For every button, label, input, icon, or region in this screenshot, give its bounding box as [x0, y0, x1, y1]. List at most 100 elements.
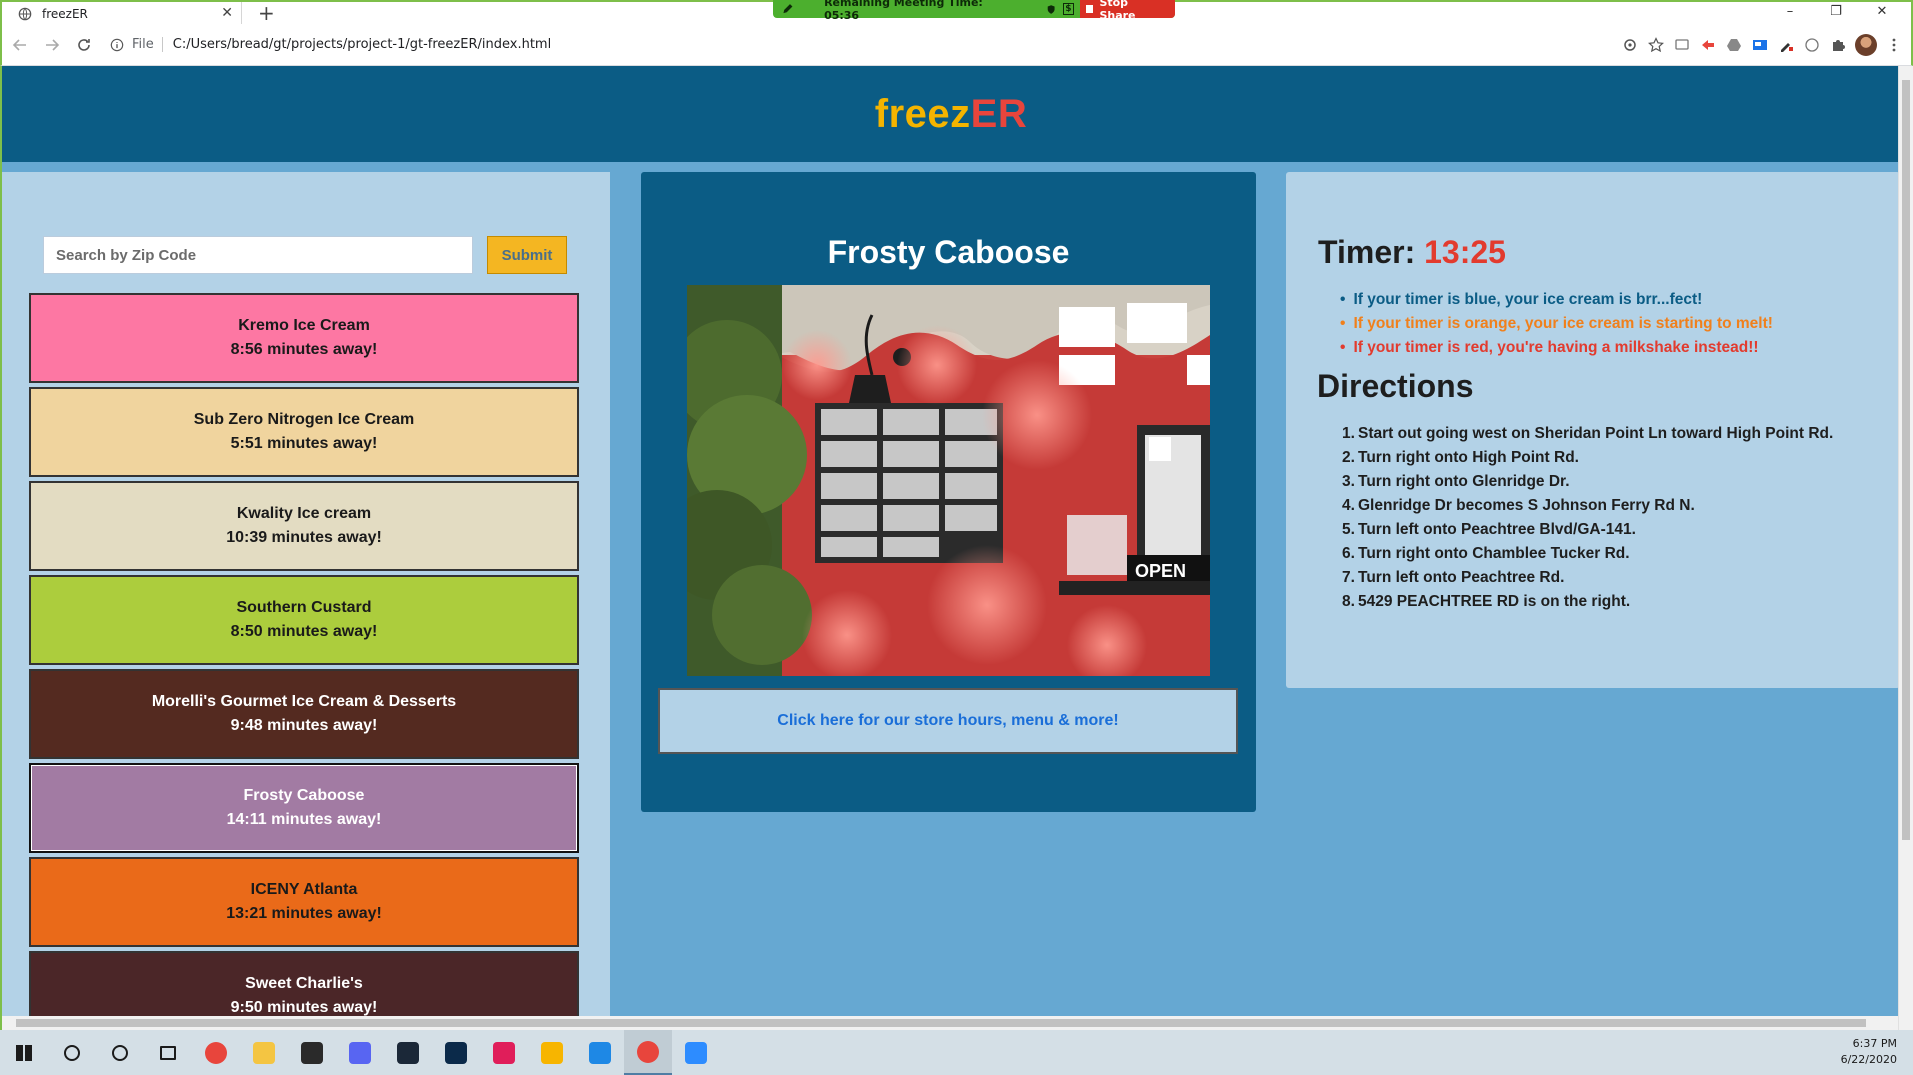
stop-share-button[interactable]: Stop Share [1080, 0, 1175, 22]
address-url[interactable]: C:/Users/bread/gt/projects/project-1/gt-… [173, 37, 551, 52]
store-hours-link[interactable]: Click here for our store hours, menu & m… [777, 712, 1118, 730]
address-bar[interactable]: File C:/Users/bread/gt/projects/project-… [110, 31, 551, 59]
direction-step-text: 5429 PEACHTREE RD is on the right. [1358, 593, 1631, 610]
store-card[interactable]: Southern Custard 8:50 minutes away! [29, 575, 579, 665]
store-card-name: Frosty Caboose [243, 787, 365, 804]
reload-button[interactable] [70, 31, 98, 59]
taskbar-item[interactable] [0, 1030, 48, 1075]
direction-step: 4. Glenridge Dr becomes S Johnson Ferry R… [1342, 497, 1695, 514]
puzzle-icon[interactable] [1829, 36, 1847, 54]
profile-avatar[interactable] [1855, 34, 1877, 56]
circle-ext-icon[interactable] [1803, 36, 1821, 54]
store-list-panel: Submit Kremo Ice Cream 8:56 minutes away!… [2, 172, 610, 1030]
zip-search-input[interactable] [43, 236, 473, 274]
taskbar-item[interactable] [576, 1030, 624, 1075]
cast-icon[interactable] [1673, 36, 1691, 54]
taskbar-item[interactable] [624, 1030, 672, 1075]
pencil-icon[interactable] [781, 2, 794, 16]
browser-tab[interactable]: freezER ✕ [6, 2, 242, 26]
photoshop-icon [445, 1041, 467, 1064]
vertical-scrollbar[interactable] [1898, 66, 1913, 1030]
svg-text:OPEN: OPEN [1135, 561, 1186, 581]
location-icon[interactable] [1621, 36, 1639, 54]
taskbar-item[interactable] [192, 1030, 240, 1075]
shield-icon [1048, 4, 1055, 14]
info-icon[interactable] [110, 38, 124, 52]
taskbar-item[interactable] [672, 1030, 720, 1075]
store-card[interactable]: Kwality Ice cream 10:39 minutes away! [29, 481, 579, 571]
taskbar-item[interactable] [96, 1030, 144, 1075]
close-tab-icon[interactable]: ✕ [221, 5, 233, 21]
horizontal-scroll-thumb[interactable] [16, 1019, 1866, 1027]
stop-square-icon [1086, 5, 1094, 13]
timer-directions-panel: Timer: 13:25 If your timer is blue, your… [1286, 172, 1900, 688]
direction-step: 1. Start out going west on Sheridan Point… [1342, 425, 1834, 442]
store-card[interactable]: Morelli's Gourmet Ice Cream & Desserts 9:… [29, 669, 579, 759]
discord-icon [349, 1041, 371, 1064]
store-detail-panel: Frosty Caboose OPEN Click here for our s… [641, 172, 1256, 812]
back-button[interactable] [6, 31, 34, 59]
windows-taskbar: 6:37 PM 6/22/2020 [0, 1030, 1913, 1075]
clock-time: 6:37 PM [1852, 1037, 1897, 1050]
store-card-name: Southern Custard [236, 599, 372, 616]
minimize-button[interactable]: – [1767, 2, 1813, 24]
store-card[interactable]: Sub Zero Nitrogen Ice Cream 5:51 minutes … [29, 387, 579, 477]
store-card[interactable]: Frosty Caboose 14:11 minutes away! [29, 763, 579, 853]
forward-button[interactable] [38, 31, 66, 59]
star-icon[interactable] [1647, 36, 1665, 54]
taskbar-item[interactable] [288, 1030, 336, 1075]
kebab-menu-icon[interactable] [1885, 36, 1903, 54]
page-viewport: freezER Submit Kremo Ice Cream 8:56 minut… [0, 66, 1913, 1030]
drive-icon[interactable] [1725, 36, 1743, 54]
taskbar-item[interactable] [528, 1030, 576, 1075]
taskbar-item[interactable] [480, 1030, 528, 1075]
address-scheme-label: File [132, 37, 163, 52]
windows-start-icon [16, 1044, 32, 1061]
store-info-box: Click here for our store hours, menu & m… [658, 688, 1238, 754]
steam-icon [397, 1041, 419, 1064]
site-logo[interactable]: freezER [875, 92, 1027, 137]
store-photo: OPEN [687, 285, 1210, 676]
new-tab-button[interactable]: + [258, 2, 275, 24]
store-card-eta: 8:50 minutes away! [230, 623, 378, 640]
vertical-scroll-thumb[interactable] [1902, 80, 1910, 840]
direction-step-text: Turn right onto High Point Rd. [1358, 449, 1579, 466]
direction-step: 3. Turn right onto Glenridge Dr. [1342, 473, 1570, 490]
taskbar-item[interactable] [384, 1030, 432, 1075]
taskbar-item[interactable] [144, 1030, 192, 1075]
store-photo-illustration: OPEN [687, 285, 1210, 676]
direction-step: 8. 5429 PEACHTREE RD is on the right. [1342, 593, 1631, 610]
dollar-badge: $ [1062, 3, 1075, 15]
eyedropper-icon[interactable] [1777, 36, 1795, 54]
store-card-name: Morelli's Gourmet Ice Cream & Desserts [151, 693, 457, 710]
store-card[interactable]: Kremo Ice Cream 8:56 minutes away! [29, 293, 579, 383]
reload-icon [78, 38, 90, 51]
restore-button[interactable]: ❐ [1813, 2, 1859, 24]
horizontal-scrollbar[interactable] [2, 1016, 1898, 1030]
window-ext-icon[interactable] [1751, 36, 1769, 54]
taskbar-item[interactable] [336, 1030, 384, 1075]
zip-search-form: Submit [43, 236, 567, 274]
directions-heading: Directions [1317, 368, 1474, 404]
site-header: freezER [2, 66, 1900, 162]
vscode-icon [589, 1041, 611, 1064]
direction-step-text: Turn left onto Peachtree Rd. [1358, 569, 1565, 586]
taskbar-item[interactable] [432, 1030, 480, 1075]
store-card-name: Sweet Charlie's [245, 975, 363, 992]
close-window-button[interactable]: ✕ [1859, 2, 1905, 24]
direction-step-text: Turn right onto Glenridge Dr. [1358, 473, 1570, 490]
tab-title: freezER [42, 7, 88, 21]
browser-tab-strip: freezER ✕ + Remaining Meeting Time: 05:3… [0, 0, 1913, 26]
taskbar-item[interactable] [240, 1030, 288, 1075]
ext-red-arrow-icon[interactable] [1699, 36, 1717, 54]
taskbar-item[interactable] [48, 1030, 96, 1075]
zoom-icon [685, 1041, 707, 1064]
stop-share-label: Stop Share [1099, 0, 1136, 22]
store-card[interactable]: ICENY Atlanta 13:21 minutes away! [29, 857, 579, 947]
store-card-eta: 14:11 minutes away! [226, 811, 382, 828]
system-clock[interactable]: 6:37 PM 6/22/2020 [1841, 1036, 1897, 1068]
direction-step: 2. Turn right onto High Point Rd. [1342, 449, 1579, 466]
submit-button[interactable]: Submit [487, 236, 567, 274]
extension-icons [1613, 24, 1903, 66]
window-controls: – ❐ ✕ [1767, 2, 1905, 24]
